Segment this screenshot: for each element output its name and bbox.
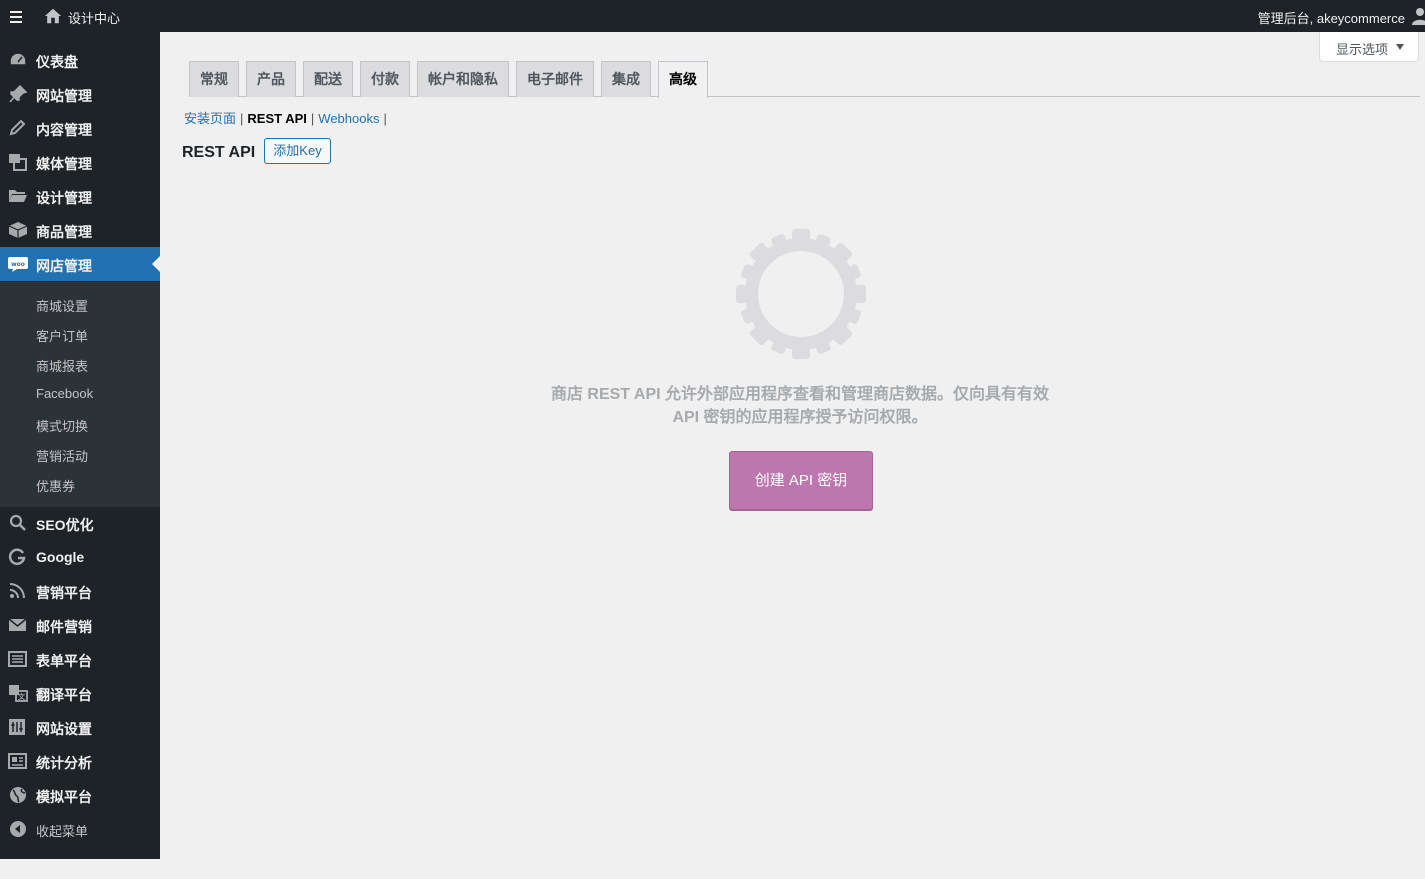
pin-icon [9,85,28,103]
site-name-link[interactable]: 设计中心 [68,8,120,27]
menu-toggle-icon[interactable] [10,8,24,24]
screen-options-button[interactable]: 显示选项 [1319,32,1419,62]
create-api-key-button[interactable]: 创建 API 密钥 [729,451,873,510]
tab-general[interactable]: 常规 [189,61,239,97]
screen-options-label: 显示选项 [1336,42,1389,57]
tab-shipping[interactable]: 配送 [303,61,353,97]
sidebar-item-label: 设计管理 [36,190,92,206]
sidebar-item-label: SEO优化 [36,517,94,533]
svg-text:文: 文 [18,692,26,701]
sidebar-item-label: 网站管理 [36,88,92,104]
empty-state-message: 商店 REST API 允许外部应用程序查看和管理商店数据。仅向具有有效 API… [550,383,1050,429]
tab-advanced[interactable]: 高级 [658,61,708,98]
media-icon [9,154,27,171]
sidebar-item-label: 营销平台 [36,585,92,601]
user-avatar-icon[interactable] [1411,7,1425,25]
sidebar-item-store[interactable]: woo 网店管理 [0,247,160,281]
sidebar-item-marketing-platform[interactable]: 营销平台 [0,574,160,608]
empty-state-line-2: API 密钥的应用程序授予访问权限。 [672,409,928,426]
store-submenu: 商城设置 客户订单 商城报表 Facebook 模式切换 营销活动 优惠券 [0,282,160,507]
settings-icon [9,719,25,735]
woo-icon: woo [8,257,28,272]
search-icon [9,514,26,531]
collapse-menu-label: 收起菜单 [36,824,89,839]
tab-payments[interactable]: 付款 [360,61,410,97]
submenu-item-facebook[interactable]: Facebook [36,386,93,401]
subnav-install-pages[interactable]: 安装页面 [184,111,236,126]
sidebar-item-label: 商品管理 [36,224,92,240]
sidebar-item-label: 网店管理 [36,258,92,274]
sidebar-item-products[interactable]: 商品管理 [0,213,160,247]
sidebar-item-seo[interactable]: SEO优化 [0,506,160,540]
main-content: 显示选项 常规 产品 配送 付款 帐户和隐私 电子邮件 集成 高级 安装页面 | R… [160,32,1425,879]
sidebar-item-media[interactable]: 媒体管理 [0,145,160,179]
account-menu[interactable]: 管理后台, akeycommerce [1258,8,1405,27]
tab-emails[interactable]: 电子邮件 [516,61,594,97]
stats-icon [8,753,27,769]
sidebar-item-label: 翻译平台 [36,687,92,703]
sidebar-item-simulation[interactable]: 模拟平台 [0,778,160,812]
home-icon[interactable] [44,7,62,25]
submenu-item-mode-switch[interactable]: 模式切换 [36,416,88,435]
settings-tabs: 常规 产品 配送 付款 帐户和隐私 电子邮件 集成 高级 [189,61,1420,98]
globe-icon [10,787,26,803]
svg-text:woo: woo [11,261,25,268]
sidebar-item-label: 内容管理 [36,122,92,138]
rss-icon [9,583,25,599]
sidebar-item-design[interactable]: 设计管理 [0,179,160,213]
submenu-item-marketing[interactable]: 营销活动 [36,446,88,465]
subnav-separator: | [310,111,315,126]
submenu-item-shop-settings[interactable]: 商城设置 [36,296,88,315]
sidebar-item-translate[interactable]: 文 翻译平台 [0,676,160,710]
sidebar-item-google[interactable]: Google [0,540,160,574]
sidebar-item-analytics[interactable]: 统计分析 [0,744,160,778]
sidebar-item-label: 媒体管理 [36,156,92,172]
sidebar-item-forms[interactable]: 表单平台 [0,642,160,676]
tab-integration[interactable]: 集成 [601,61,651,97]
submenu-item-orders[interactable]: 客户订单 [36,326,88,345]
subnav-separator: | [240,111,244,126]
google-icon [8,548,26,565]
page-title: REST API [182,144,256,161]
subnav-webhooks[interactable]: Webhooks [318,111,379,126]
admin-sidebar: 仪表盘 网站管理 内容管理 媒体管理 设计管理 商品管理 woo 网店管理 商城… [0,32,160,859]
sidebar-item-label: 网站设置 [36,721,92,737]
tab-accounts-privacy[interactable]: 帐户和隐私 [417,61,509,97]
sidebar-item-label: 仪表盘 [36,54,78,70]
sidebar-item-label: 表单平台 [36,653,92,669]
admin-bar: 设计中心 管理后台, akeycommerce [0,0,1425,32]
add-key-button[interactable]: 添加Key [264,138,331,164]
sidebar-item-label: 模拟平台 [36,789,92,805]
collapse-arrow-icon [10,821,26,837]
box-icon [8,222,28,238]
collapse-menu-button[interactable]: 收起菜单 [0,812,160,846]
submenu-item-reports[interactable]: 商城报表 [36,356,88,375]
sidebar-item-content[interactable]: 内容管理 [0,111,160,145]
caret-down-icon [1396,44,1404,50]
subnav-rest-api[interactable]: REST API [247,111,306,126]
section-subnav: 安装页面 | REST API | Webhooks | [184,108,391,127]
pencil-icon [9,119,26,136]
sidebar-item-site[interactable]: 网站管理 [0,77,160,111]
subnav-separator: | [383,111,387,126]
submenu-item-coupons[interactable]: 优惠券 [36,476,75,495]
gear-icon [736,229,866,359]
sidebar-item-label: 统计分析 [36,755,92,771]
tab-products[interactable]: 产品 [246,61,296,97]
translate-icon: 文 [9,685,28,702]
sidebar-item-dashboard[interactable]: 仪表盘 [0,43,160,77]
mail-icon [8,618,27,631]
folder-icon [9,190,27,202]
empty-state-line-1: 商店 REST API 允许外部应用程序查看和管理商店数据。仅向具有有效 [550,386,1050,403]
sidebar-item-site-settings[interactable]: 网站设置 [0,710,160,744]
sidebar-item-label: Google [36,549,85,565]
dashboard-icon [9,52,27,66]
sidebar-item-email-marketing[interactable]: 邮件营销 [0,608,160,642]
sidebar-item-label: 邮件营销 [36,619,92,635]
form-icon [8,651,27,667]
